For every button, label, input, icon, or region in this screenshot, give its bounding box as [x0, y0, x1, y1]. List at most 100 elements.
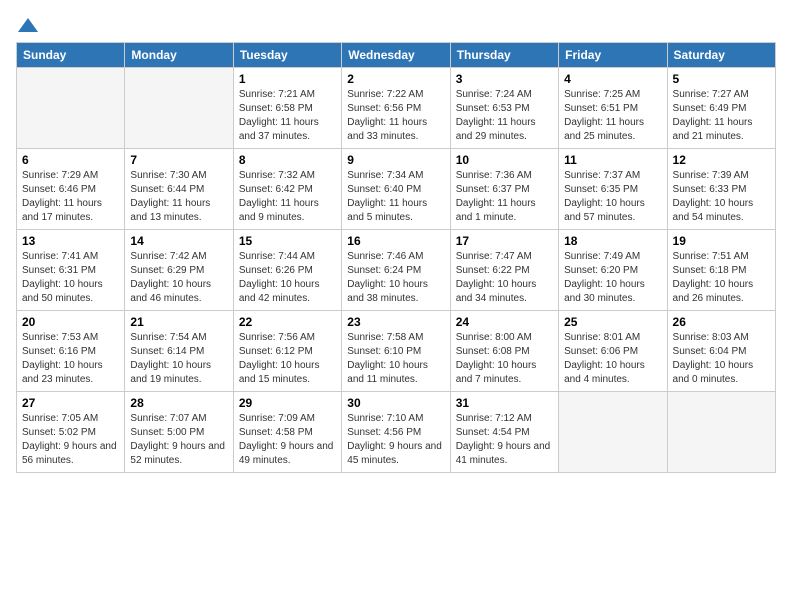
calendar-cell: 7Sunrise: 7:30 AM Sunset: 6:44 PM Daylig… [125, 149, 233, 230]
day-number: 23 [347, 315, 444, 329]
day-number: 24 [456, 315, 553, 329]
day-number: 29 [239, 396, 336, 410]
day-info: Sunrise: 7:46 AM Sunset: 6:24 PM Dayligh… [347, 250, 444, 306]
week-row-4: 20 Sunrise: 7:53 AM Sunset: 6:16 PM Dayli… [17, 311, 776, 392]
day-info: Sunrise: 7:56 AM Sunset: 6:12 PM Dayligh… [239, 331, 336, 387]
day-info: Sunrise: 7:24 AM Sunset: 6:53 PM Dayligh… [456, 88, 553, 144]
calendar-cell: 12 Sunrise: 7:39 AM Sunset: 6:33 PM Dayli… [667, 149, 775, 230]
calendar-cell: 8 Sunrise: 7:32 AM Sunset: 6:42 PM Daylig… [233, 149, 341, 230]
calendar-cell: 21Sunrise: 7:54 AM Sunset: 6:14 PM Dayli… [125, 311, 233, 392]
day-info: Sunrise: 7:12 AM Sunset: 4:54 PM Dayligh… [456, 412, 553, 468]
calendar-cell: 4Sunrise: 7:25 AM Sunset: 6:51 PM Daylig… [559, 68, 667, 149]
day-info: Sunrise: 7:44 AM Sunset: 6:26 PM Dayligh… [239, 250, 336, 306]
calendar-cell [125, 68, 233, 149]
calendar-cell [667, 392, 775, 473]
calendar-cell: 31 Sunrise: 7:12 AM Sunset: 4:54 PM Dayli… [450, 392, 558, 473]
day-number: 30 [347, 396, 444, 410]
day-info: Sunrise: 8:03 AM Sunset: 6:04 PM Dayligh… [673, 331, 770, 387]
day-info: Sunrise: 7:10 AM Sunset: 4:56 PM Dayligh… [347, 412, 444, 468]
day-info: Sunrise: 7:05 AM Sunset: 5:02 PM Dayligh… [22, 412, 119, 468]
calendar-cell [17, 68, 125, 149]
calendar-cell: 2Sunrise: 7:22 AM Sunset: 6:56 PM Daylig… [342, 68, 450, 149]
week-row-2: 6 Sunrise: 7:29 AM Sunset: 6:46 PM Daylig… [17, 149, 776, 230]
calendar-cell: 20 Sunrise: 7:53 AM Sunset: 6:16 PM Dayli… [17, 311, 125, 392]
day-number: 3 [456, 72, 553, 86]
day-info: Sunrise: 7:25 AM Sunset: 6:51 PM Dayligh… [564, 88, 661, 144]
day-info: Sunrise: 7:41 AM Sunset: 6:31 PM Dayligh… [22, 250, 119, 306]
day-info: Sunrise: 7:53 AM Sunset: 6:16 PM Dayligh… [22, 331, 119, 387]
day-number: 17 [456, 234, 553, 248]
day-info: Sunrise: 7:51 AM Sunset: 6:18 PM Dayligh… [673, 250, 770, 306]
calendar-cell: 26 Sunrise: 8:03 AM Sunset: 6:04 PM Dayli… [667, 311, 775, 392]
dow-header-sunday: Sunday [17, 43, 125, 68]
day-number: 11 [564, 153, 661, 167]
dow-header-friday: Friday [559, 43, 667, 68]
calendar-cell: 14 Sunrise: 7:42 AM Sunset: 6:29 PM Dayli… [125, 230, 233, 311]
calendar-cell: 15 Sunrise: 7:44 AM Sunset: 6:26 PM Dayli… [233, 230, 341, 311]
day-info: Sunrise: 7:39 AM Sunset: 6:33 PM Dayligh… [673, 169, 770, 225]
dow-header-saturday: Saturday [667, 43, 775, 68]
week-row-5: 27 Sunrise: 7:05 AM Sunset: 5:02 PM Dayli… [17, 392, 776, 473]
calendar-cell: 3 Sunrise: 7:24 AM Sunset: 6:53 PM Daylig… [450, 68, 558, 149]
day-number: 1 [239, 72, 336, 86]
day-info: Sunrise: 7:42 AM Sunset: 6:29 PM Dayligh… [130, 250, 227, 306]
calendar-cell: 16 Sunrise: 7:46 AM Sunset: 6:24 PM Dayli… [342, 230, 450, 311]
day-number: 22 [239, 315, 336, 329]
day-info: Sunrise: 7:34 AM Sunset: 6:40 PM Dayligh… [347, 169, 444, 225]
page-header [16, 16, 776, 32]
day-number: 14 [130, 234, 227, 248]
calendar-cell: 6 Sunrise: 7:29 AM Sunset: 6:46 PM Daylig… [17, 149, 125, 230]
days-of-week-row: SundayMondayTuesdayWednesdayThursdayFrid… [17, 43, 776, 68]
calendar-cell: 28Sunrise: 7:07 AM Sunset: 5:00 PM Dayli… [125, 392, 233, 473]
day-info: Sunrise: 7:36 AM Sunset: 6:37 PM Dayligh… [456, 169, 553, 225]
day-number: 21 [130, 315, 227, 329]
day-info: Sunrise: 7:27 AM Sunset: 6:49 PM Dayligh… [673, 88, 770, 144]
calendar-cell: 18Sunrise: 7:49 AM Sunset: 6:20 PM Dayli… [559, 230, 667, 311]
day-number: 8 [239, 153, 336, 167]
calendar-cell: 10 Sunrise: 7:36 AM Sunset: 6:37 PM Dayli… [450, 149, 558, 230]
day-info: Sunrise: 7:58 AM Sunset: 6:10 PM Dayligh… [347, 331, 444, 387]
calendar-cell: 29 Sunrise: 7:09 AM Sunset: 4:58 PM Dayli… [233, 392, 341, 473]
day-info: Sunrise: 7:30 AM Sunset: 6:44 PM Dayligh… [130, 169, 227, 225]
dow-header-thursday: Thursday [450, 43, 558, 68]
day-number: 6 [22, 153, 119, 167]
day-number: 27 [22, 396, 119, 410]
dow-header-wednesday: Wednesday [342, 43, 450, 68]
day-number: 15 [239, 234, 336, 248]
week-row-1: 1 Sunrise: 7:21 AM Sunset: 6:58 PM Daylig… [17, 68, 776, 149]
day-info: Sunrise: 7:21 AM Sunset: 6:58 PM Dayligh… [239, 88, 336, 144]
day-info: Sunrise: 7:32 AM Sunset: 6:42 PM Dayligh… [239, 169, 336, 225]
calendar-cell: 9 Sunrise: 7:34 AM Sunset: 6:40 PM Daylig… [342, 149, 450, 230]
day-number: 31 [456, 396, 553, 410]
day-number: 16 [347, 234, 444, 248]
day-number: 5 [673, 72, 770, 86]
day-info: Sunrise: 7:47 AM Sunset: 6:22 PM Dayligh… [456, 250, 553, 306]
week-row-3: 13Sunrise: 7:41 AM Sunset: 6:31 PM Dayli… [17, 230, 776, 311]
day-number: 28 [130, 396, 227, 410]
calendar-table: SundayMondayTuesdayWednesdayThursdayFrid… [16, 42, 776, 473]
day-number: 10 [456, 153, 553, 167]
day-info: Sunrise: 7:09 AM Sunset: 4:58 PM Dayligh… [239, 412, 336, 468]
day-info: Sunrise: 7:49 AM Sunset: 6:20 PM Dayligh… [564, 250, 661, 306]
calendar-cell: 17 Sunrise: 7:47 AM Sunset: 6:22 PM Dayli… [450, 230, 558, 311]
calendar-cell: 5 Sunrise: 7:27 AM Sunset: 6:49 PM Daylig… [667, 68, 775, 149]
day-info: Sunrise: 7:29 AM Sunset: 6:46 PM Dayligh… [22, 169, 119, 225]
day-number: 25 [564, 315, 661, 329]
calendar-cell: 19Sunrise: 7:51 AM Sunset: 6:18 PM Dayli… [667, 230, 775, 311]
day-info: Sunrise: 8:00 AM Sunset: 6:08 PM Dayligh… [456, 331, 553, 387]
calendar-cell: 13Sunrise: 7:41 AM Sunset: 6:31 PM Dayli… [17, 230, 125, 311]
calendar-cell: 11 Sunrise: 7:37 AM Sunset: 6:35 PM Dayli… [559, 149, 667, 230]
day-number: 9 [347, 153, 444, 167]
day-number: 12 [673, 153, 770, 167]
day-info: Sunrise: 7:22 AM Sunset: 6:56 PM Dayligh… [347, 88, 444, 144]
calendar-cell: 25Sunrise: 8:01 AM Sunset: 6:06 PM Dayli… [559, 311, 667, 392]
calendar-cell: 23 Sunrise: 7:58 AM Sunset: 6:10 PM Dayli… [342, 311, 450, 392]
calendar-cell: 22 Sunrise: 7:56 AM Sunset: 6:12 PM Dayli… [233, 311, 341, 392]
dow-header-monday: Monday [125, 43, 233, 68]
day-number: 20 [22, 315, 119, 329]
dow-header-tuesday: Tuesday [233, 43, 341, 68]
day-number: 26 [673, 315, 770, 329]
day-info: Sunrise: 7:37 AM Sunset: 6:35 PM Dayligh… [564, 169, 661, 225]
calendar-cell [559, 392, 667, 473]
logo-bird-icon [18, 16, 38, 34]
